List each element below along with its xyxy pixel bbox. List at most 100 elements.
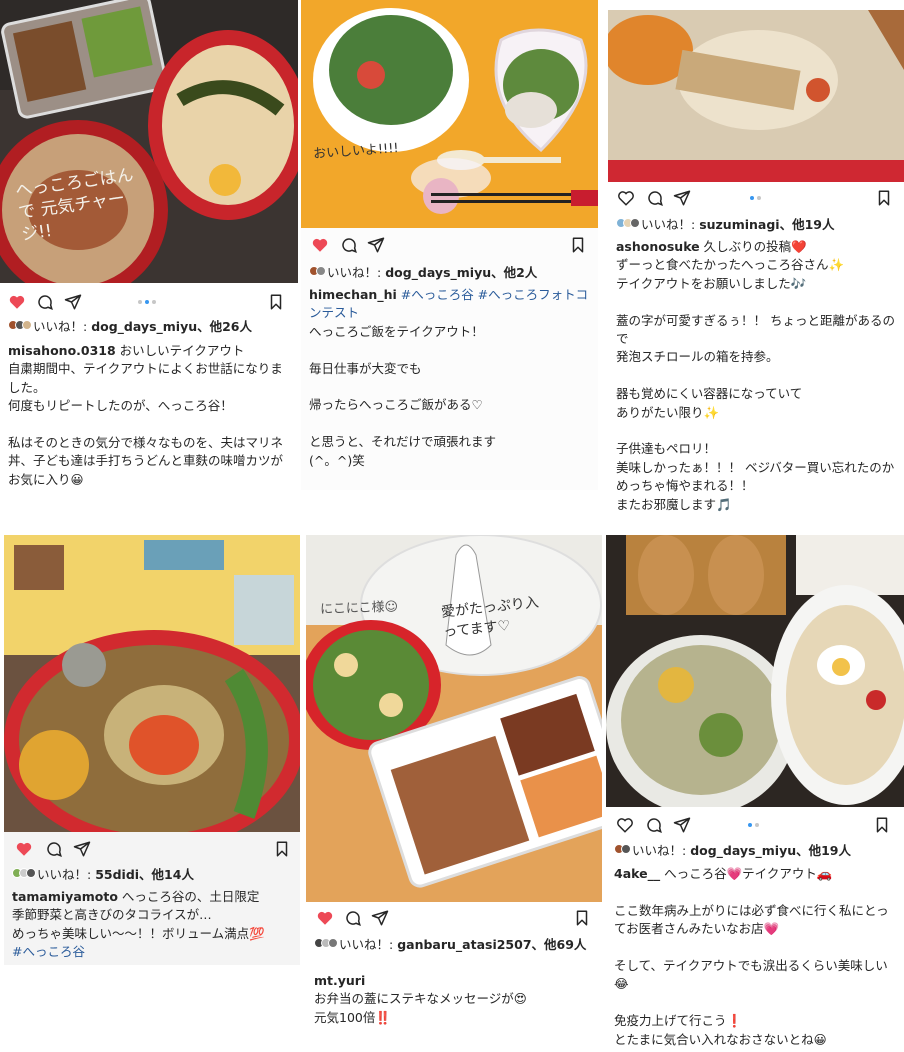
comment-button[interactable] [44,839,64,859]
share-button[interactable] [672,815,692,835]
liker-avatars [12,868,36,878]
heart-icon [317,911,333,925]
save-button[interactable] [272,839,292,859]
comment-button[interactable] [35,292,55,312]
likes-summary[interactable]: いいね！: suzuminagi、他19人 [616,216,834,233]
liker-avatars [616,218,640,228]
username-link[interactable]: ashonosuke [616,239,700,254]
comment-button[interactable] [645,188,665,208]
comment-icon [648,191,663,207]
like-button[interactable] [616,188,636,208]
post-actions [301,235,598,257]
post-caption: 4ake__ へっころ谷💗テイクアウト🚗 ここ数年病み上がりには必ず食べに行く私… [614,866,889,1047]
heart-icon [16,842,32,856]
post-card: にこにこ様☺ 愛がたっぷり入ってます♡ いいね！: ganbaru_atasi2… [306,535,602,1035]
share-button[interactable] [63,292,83,312]
heart-icon [618,191,634,206]
comment-icon [38,295,53,311]
save-button[interactable] [266,292,286,312]
post-caption: tamamiyamoto へっころ谷の、土日限定 季節野菜と高きびのタコライスが… [12,889,265,960]
bookmark-icon [270,294,282,310]
post-card: いいね！: 55didi、他14人 tamamiyamoto へっころ谷の、土日… [4,535,300,965]
post-card: いいね！: suzuminagi、他19人 ashonosuke 久しぶりの投稿… [608,10,904,520]
post-caption: misahono.0318 おいしいテイクアウト 自粛期間中、テイクアウトによく… [8,343,284,487]
comment-button[interactable] [339,235,359,255]
comment-icon [647,818,662,834]
food-photo-image [606,535,904,807]
like-button[interactable] [7,292,27,312]
save-button[interactable] [568,235,588,255]
post-photo[interactable] [608,10,904,182]
bookmark-icon [572,237,584,253]
username-link[interactable]: himechan_hi [309,287,397,302]
heart-icon [312,238,328,252]
save-button[interactable] [872,815,892,835]
comment-icon [342,238,357,254]
share-button[interactable] [72,839,92,859]
bookmark-icon [876,817,888,833]
post-actions [306,908,602,930]
username-link[interactable]: 4ake__ [614,866,660,881]
username-link[interactable]: misahono.0318 [8,343,116,358]
comment-button[interactable] [644,815,664,835]
share-button[interactable] [366,235,386,255]
post-caption: ashonosuke 久しぶりの投稿❤️ ずーっと食べたかったへっころ谷さん✨ … [616,239,895,512]
carousel-dots [138,300,156,304]
post-actions [4,839,300,861]
like-button[interactable] [14,839,34,859]
liker-avatars [309,266,326,276]
likes-summary[interactable]: いいね！: 55didi、他14人 [12,866,194,883]
comment-icon [47,842,62,858]
share-icon [673,190,691,206]
post-photo[interactable]: へっころごはんで 元気チャージ!! [0,0,298,283]
liker-avatars [8,320,32,330]
username-link[interactable]: tamamiyamoto [12,889,118,904]
post-photo[interactable] [4,535,300,832]
post-caption: himechan_hi #へっころ谷 #へっころフォトコンテスト へっころご飯を… [309,287,589,468]
food-photo-image [4,535,300,832]
share-icon [73,841,91,857]
post-actions [606,815,904,837]
food-photo-image [306,535,602,902]
share-icon [371,910,389,926]
like-button[interactable] [310,235,330,255]
share-button[interactable] [370,908,390,928]
bookmark-icon [878,190,890,206]
food-photo-image [301,0,598,228]
carousel-dots [750,196,761,200]
liker-avatars [614,844,631,854]
post-caption: mt.yuri お弁当の蓋にステキなメッセージが😍 元気100倍‼️ [314,973,527,1025]
likes-summary[interactable]: いいね！: dog_days_miyu、他26人 [8,318,252,335]
comment-icon [346,911,361,927]
food-photo-image [608,10,904,182]
post-card: へっころごはんで 元気チャージ!! いいね！: dog_days_miyu、他2… [0,0,298,515]
heart-icon [617,818,633,833]
like-button[interactable] [315,908,335,928]
bookmark-icon [276,841,288,857]
post-actions [608,188,904,210]
username-link[interactable]: mt.yuri [314,973,365,988]
carousel-dots [748,823,759,827]
post-card: おいしいよ!!!! いいね！: dog_days_miyu、他2人 himech… [301,0,598,490]
share-icon [673,817,691,833]
hashtag-link[interactable]: #へっころ谷 [12,944,85,959]
comment-button[interactable] [343,908,363,928]
heart-icon [9,295,25,309]
post-card: いいね！: dog_days_miyu、他19人 4ake__ へっころ谷💗テイ… [606,535,904,1052]
share-icon [367,237,385,253]
post-photo[interactable]: にこにこ様☺ 愛がたっぷり入ってます♡ [306,535,602,902]
share-button[interactable] [672,188,692,208]
save-button[interactable] [874,188,894,208]
post-actions [0,292,298,314]
likes-summary[interactable]: いいね！: ganbaru_atasi2507、他69人 [314,936,598,953]
like-button[interactable] [615,815,635,835]
photo-handwriting: にこにこ様☺ [319,599,399,618]
likes-summary[interactable]: いいね！: dog_days_miyu、他2人 [309,264,537,281]
bookmark-icon [576,910,588,926]
post-photo[interactable]: おいしいよ!!!! [301,0,598,228]
liker-avatars [314,938,338,948]
share-icon [64,294,82,310]
post-photo[interactable] [606,535,904,807]
likes-summary[interactable]: いいね！: dog_days_miyu、他19人 [614,842,851,859]
save-button[interactable] [572,908,592,928]
